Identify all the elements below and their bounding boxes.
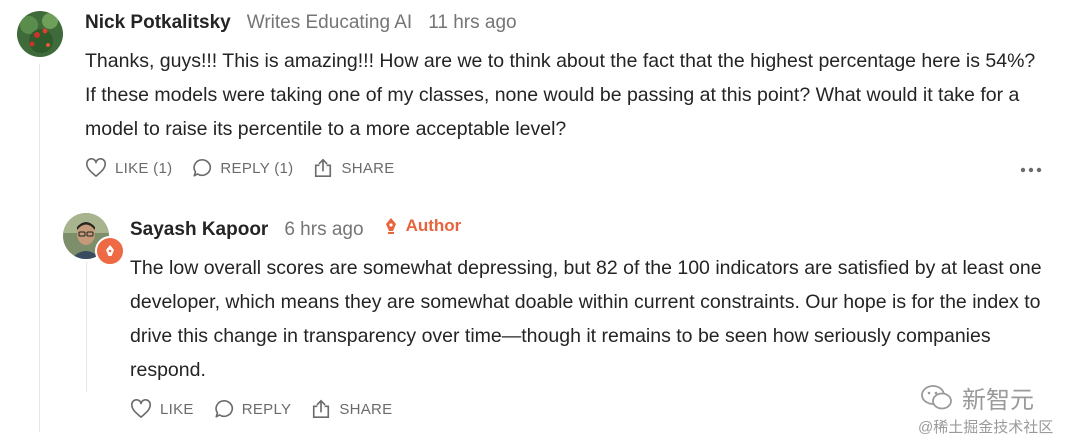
ellipsis-icon [1020,167,1042,173]
comment-body: Thanks, guys!!! This is amazing!!! How a… [85,50,1036,140]
watermark-title: 新智元 [962,387,1034,414]
like-button[interactable]: LIKE (1) [85,158,172,178]
watermark: 新智元 @稀土掘金技术社区 [918,380,1078,440]
share-icon [315,158,332,177]
reply-button[interactable]: REPLY (1) [192,158,293,178]
comment-timestamp[interactable]: 11 hrs ago [428,12,516,34]
like-label: LIKE (1) [115,159,173,177]
share-icon [313,399,330,418]
share-button[interactable]: SHARE [313,158,394,178]
reply-actions: LIKE REPLY SHARE [130,399,413,419]
reply-label: REPLY (1) [220,159,294,177]
speech-bubble-icon [193,158,212,177]
author-badge [95,236,125,266]
pen-nib-icon [106,245,114,256]
comment-meta: Nick Potkalitsky Writes Educating AI 11 … [85,12,517,34]
author-tag: Author [384,216,462,236]
watermark-brand: 新智元 [920,380,1034,415]
wechat-icon [921,384,952,409]
pen-nib-icon [385,218,396,234]
share-label: SHARE [339,400,393,418]
reply-body: The low overall scores are somewhat depr… [130,257,1042,381]
replier-name[interactable]: Sayash Kapoor [130,219,268,241]
heart-icon [86,158,106,177]
speech-bubble-icon [215,399,233,418]
share-button[interactable]: SHARE [311,399,392,419]
reply-meta: Sayash Kapoor 6 hrs ago Author [130,216,461,241]
comment-actions: LIKE (1) REPLY (1) SHARE [85,158,415,178]
reply-label: REPLY [241,400,292,418]
like-label: LIKE [160,400,194,418]
reply-button[interactable]: REPLY [214,399,292,419]
like-button[interactable]: LIKE [130,399,194,419]
thread-line [39,64,40,432]
reply-timestamp[interactable]: 6 hrs ago [284,219,363,241]
commenter-name[interactable]: Nick Potkalitsky [85,12,231,34]
commenter-subtitle[interactable]: Writes Educating AI [247,12,412,34]
heart-icon [131,399,151,418]
watermark-source: @稀土掘金技术社区 [918,419,1054,436]
reply-thread-line [86,262,87,392]
share-label: SHARE [341,159,395,177]
avatar[interactable] [17,11,63,57]
more-options-button[interactable] [1020,160,1042,178]
author-tag-label: Author [405,216,462,235]
